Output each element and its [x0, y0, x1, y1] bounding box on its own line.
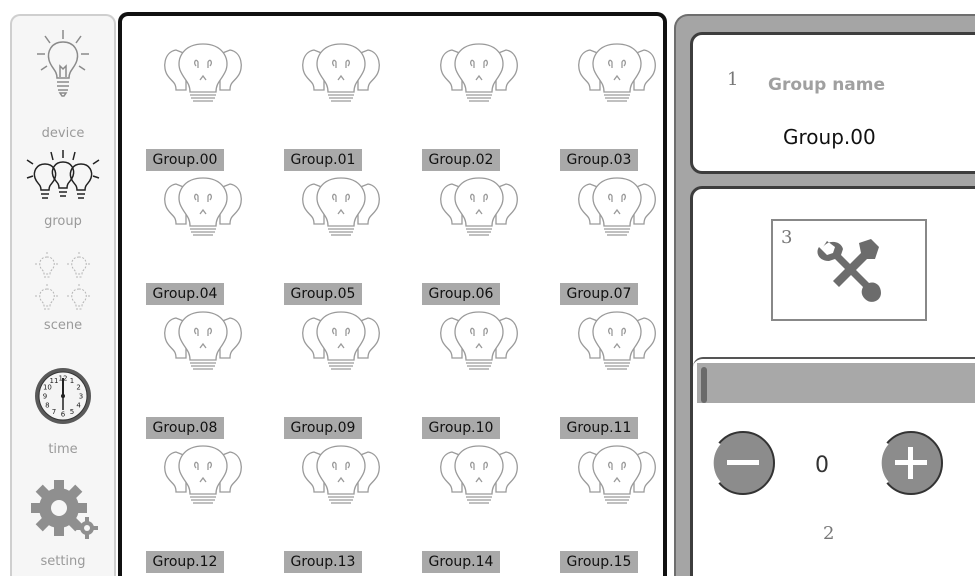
clock-numeral: 8 — [45, 402, 49, 410]
sidebar-item-label: setting — [40, 554, 86, 569]
group-bulbs-icon — [164, 177, 242, 236]
group-bulbs-icon — [302, 445, 380, 504]
group-label: Group.13 — [284, 551, 362, 573]
wrench-screwdriver-icon — [817, 239, 881, 302]
plus-icon — [877, 431, 943, 495]
group-name-value[interactable]: Group.00 — [783, 125, 876, 149]
group-tile-10[interactable]: Group.10 — [420, 308, 538, 439]
group-label: Group.08 — [146, 417, 224, 439]
increase-button[interactable] — [877, 429, 945, 497]
group-bulbs-icon — [440, 311, 518, 370]
sidebar-item-scene[interactable]: scene — [12, 252, 114, 333]
group-bulbs-icon — [440, 445, 518, 504]
group-bulbs-icon — [578, 311, 656, 370]
group-label: Group.12 — [146, 551, 224, 573]
brightness-value: 0 — [815, 453, 829, 478]
group-bulbs-icon — [302, 311, 380, 370]
group-label: Group.11 — [560, 417, 638, 439]
group-bulbs-icon — [302, 177, 380, 236]
bulb-icon — [37, 30, 89, 97]
callout-marker-2: 2 — [823, 523, 835, 544]
group-tile-08[interactable]: Group.08 — [144, 308, 262, 439]
group-tile-00[interactable]: Group.00 — [144, 40, 262, 171]
group-bulbs-icon — [578, 177, 656, 236]
clock-icon: 121234567891011 — [35, 368, 91, 424]
scene-bulbs-icon — [12, 252, 114, 314]
group-label: Group.00 — [146, 149, 224, 171]
group-bulbs-icon — [164, 311, 242, 370]
callout-marker-1: 1 — [727, 69, 739, 90]
clock-numeral: 2 — [76, 384, 80, 392]
group-tile-12[interactable]: Group.12 — [144, 442, 262, 573]
group-control-card: 3 0 2 — [690, 186, 975, 576]
group-tile-06[interactable]: Group.06 — [420, 174, 538, 305]
sidebar-item-setting[interactable]: setting — [12, 478, 114, 569]
group-tile-11[interactable]: Group.11 — [558, 308, 676, 439]
group-label: Group.05 — [284, 283, 362, 305]
clock-numeral: 4 — [76, 402, 81, 410]
group-tile-05[interactable]: Group.05 — [282, 174, 400, 305]
group-detail-panel: 1 Group name Group.00 3 0 2 — [674, 14, 975, 576]
group-grid: Group.00 Group.01 Group.02 Group.03 Grou… — [118, 12, 667, 576]
sidebar-item-label: device — [41, 126, 85, 141]
sidebar-item-device[interactable]: device — [12, 28, 114, 141]
group-bulbs-icon — [302, 43, 380, 102]
sidebar-item-label: group — [44, 214, 82, 229]
sidebar-item-label: time — [48, 442, 78, 457]
brightness-section: 0 2 — [693, 357, 975, 576]
group-tile-07[interactable]: Group.07 — [558, 174, 676, 305]
callout-marker-3: 3 — [781, 227, 793, 248]
group-label: Group.15 — [560, 551, 638, 573]
group-tile-09[interactable]: Group.09 — [282, 308, 400, 439]
group-label: Group.09 — [284, 417, 362, 439]
group-label: Group.03 — [560, 149, 638, 171]
clock-numeral: 5 — [70, 408, 74, 416]
sidebar-nav: device group scene 1 2 3 4 5 6 7 8 9 10 … — [10, 14, 116, 576]
group-settings-button[interactable]: 3 — [771, 219, 927, 321]
group-bulbs-icon — [164, 43, 242, 102]
clock-numeral: 7 — [52, 408, 56, 416]
group-tile-04[interactable]: Group.04 — [144, 174, 262, 305]
group-bulbs-icon — [26, 150, 100, 199]
group-bulbs-icon — [440, 177, 518, 236]
brightness-slider[interactable] — [697, 363, 975, 403]
group-label: Group.14 — [422, 551, 500, 573]
group-label: Group.07 — [560, 283, 638, 305]
clock-numeral: 9 — [43, 393, 47, 401]
group-tile-13[interactable]: Group.13 — [282, 442, 400, 573]
brightness-slider-handle[interactable] — [701, 367, 707, 403]
group-tile-15[interactable]: Group.15 — [558, 442, 676, 573]
group-name-card: 1 Group name Group.00 — [690, 32, 975, 174]
group-bulbs-icon — [578, 43, 656, 102]
sidebar-item-time[interactable]: 121234567891011 time — [12, 366, 114, 457]
clock-numeral: 11 — [50, 377, 59, 385]
group-tile-14[interactable]: Group.14 — [420, 442, 538, 573]
decrease-button[interactable] — [709, 429, 777, 497]
group-label: Group.02 — [422, 149, 500, 171]
group-label: Group.06 — [422, 283, 500, 305]
group-tile-03[interactable]: Group.03 — [558, 40, 676, 171]
group-label: Group.10 — [422, 417, 500, 439]
group-tile-01[interactable]: Group.01 — [282, 40, 400, 171]
clock-numeral: 3 — [79, 393, 83, 401]
clock-numeral: 6 — [61, 411, 66, 419]
group-label: Group.04 — [146, 283, 224, 305]
sidebar-item-label: scene — [43, 318, 83, 333]
group-label: Group.01 — [284, 149, 362, 171]
gear-icon — [31, 480, 98, 539]
group-bulbs-icon — [578, 445, 656, 504]
sidebar-item-group[interactable]: group — [12, 150, 114, 229]
group-tile-02[interactable]: Group.02 — [420, 40, 538, 171]
clock-numeral: 1 — [70, 377, 74, 385]
group-name-title: Group name — [768, 75, 886, 95]
minus-icon — [709, 431, 775, 495]
group-bulbs-icon — [164, 445, 242, 504]
group-bulbs-icon — [440, 43, 518, 102]
